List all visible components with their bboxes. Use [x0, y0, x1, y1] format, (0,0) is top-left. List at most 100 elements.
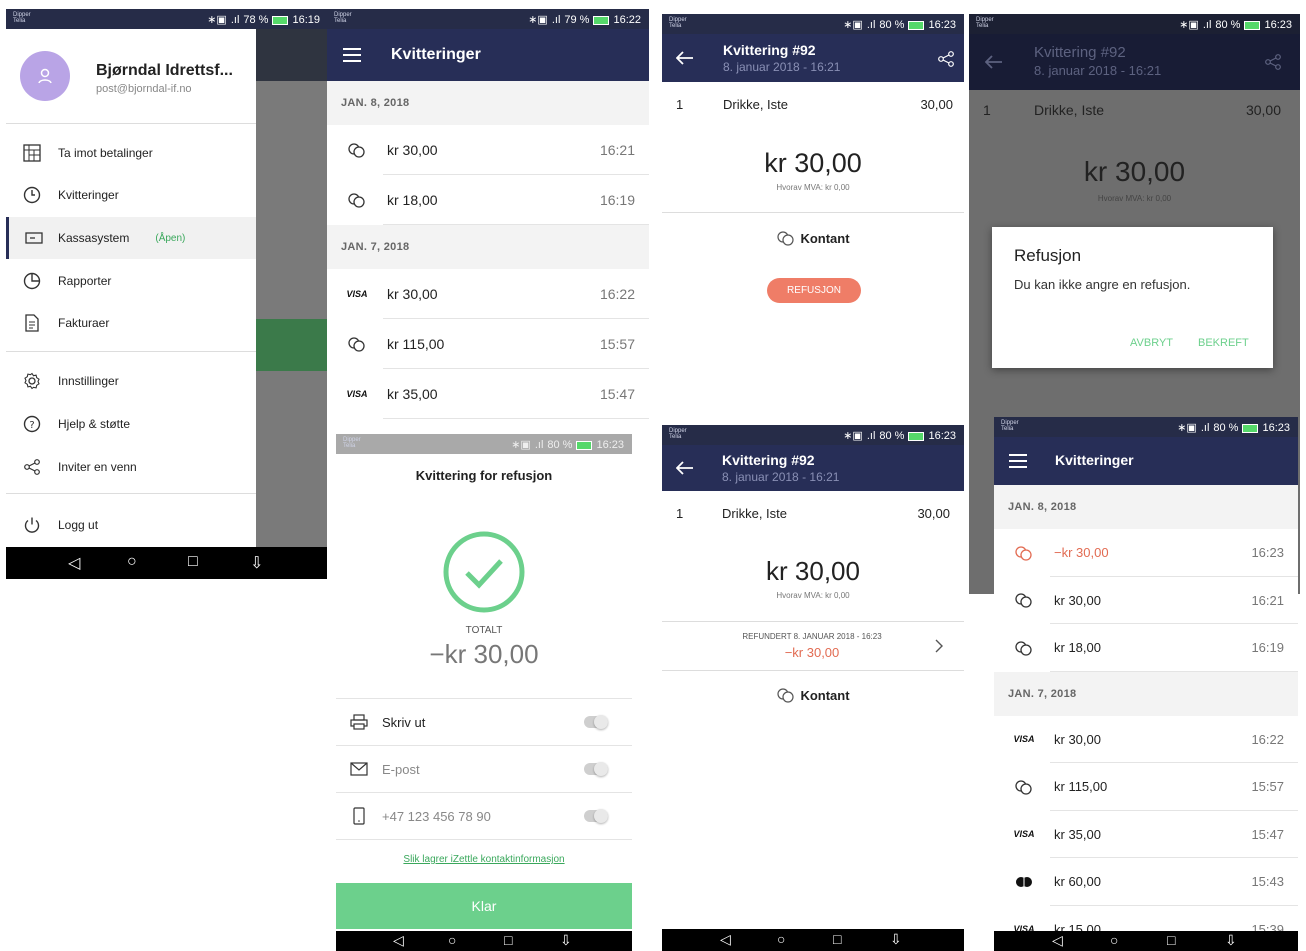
date-section-header: JAN. 7, 2018 — [327, 225, 649, 269]
sms-option[interactable]: +47 123 456 78 90 — [336, 792, 632, 840]
notification-nav-icon[interactable]: ⇩ — [1225, 932, 1237, 949]
app-bar: Kvittering #92 8. januar 2018 - 16:21 — [662, 445, 964, 491]
total-amount: kr 30,00 — [1083, 156, 1186, 187]
done-button[interactable]: Klar — [336, 883, 632, 929]
menu-item-inviter[interactable]: Inviter en venn — [6, 447, 256, 487]
menu-item-kvitteringer[interactable]: Kvitteringer — [6, 175, 256, 215]
recents-nav-icon[interactable]: □ — [504, 932, 512, 948]
receipt-row[interactable]: kr 18,00 16:19 — [327, 175, 649, 225]
menu-item-hjelp[interactable]: ? Hjelp & støtte — [6, 404, 256, 444]
receipt-row[interactable]: kr 60,00 15:43 — [994, 858, 1298, 906]
bluetooth-icon: ∗▣ — [843, 430, 863, 442]
notification-nav-icon[interactable]: ⇩ — [560, 932, 572, 949]
payment-method-icon — [994, 545, 1054, 561]
status-bar: Dipper Telia ∗▣ .ıl 80 % 16:23 — [969, 14, 1300, 34]
receipt-time: 16:19 — [599, 192, 635, 208]
home-nav-icon[interactable]: ○ — [777, 931, 785, 947]
battery-icon — [1242, 423, 1259, 433]
receipt-amount: kr 115,00 — [1054, 779, 1108, 795]
receipt-row-refund[interactable]: −kr 30,00 16:23 — [994, 529, 1298, 577]
receipt-row[interactable]: kr 30,00 16:21 — [994, 577, 1298, 624]
home-nav-icon[interactable]: ○ — [448, 932, 456, 948]
home-nav-icon[interactable]: ○ — [1110, 932, 1118, 948]
cash-icon — [1015, 593, 1032, 608]
app-bar: Kvittering #92 8. januar 2018 - 16:21 — [662, 34, 964, 82]
back-arrow-icon[interactable] — [676, 51, 694, 65]
receipt-row[interactable]: VISA kr 30,00 16:22 — [994, 716, 1298, 763]
payment-method: Kontant — [662, 687, 964, 703]
home-nav-icon[interactable]: ○ — [127, 553, 137, 571]
help-icon: ? — [23, 415, 41, 433]
receipt-row[interactable]: VISA kr 30,00 16:22 — [327, 269, 649, 319]
back-nav-icon[interactable]: ◁ — [1052, 932, 1063, 949]
avatar[interactable] — [20, 51, 70, 101]
menu-icon[interactable] — [1009, 454, 1027, 468]
battery-icon — [272, 15, 289, 25]
recents-nav-icon[interactable]: □ — [833, 931, 841, 947]
email-option[interactable]: E-post — [336, 745, 632, 792]
print-option[interactable]: Skriv ut — [336, 698, 632, 745]
menu-item-ta-imot-betalinger[interactable]: Ta imot betalinger — [6, 133, 256, 173]
receipt-amount: kr 60,00 — [1054, 874, 1101, 890]
share-icon[interactable] — [1264, 53, 1282, 71]
payment-method: Kontant — [662, 230, 964, 246]
bluetooth-icon: ∗▣ — [1177, 422, 1197, 434]
receipt-row[interactable]: kr 30,00 16:21 — [327, 125, 649, 175]
email-toggle[interactable] — [584, 762, 608, 776]
back-nav-icon[interactable]: ◁ — [720, 931, 731, 948]
bluetooth-icon: ∗▣ — [511, 439, 531, 451]
refund-info-row[interactable]: REFUNDERT 8. JANUAR 2018 - 16:23 −kr 30,… — [662, 621, 964, 671]
cash-icon — [1015, 641, 1032, 656]
receipt-amount: kr 30,00 — [1054, 731, 1101, 747]
contact-info-link[interactable]: Slik lagrer iZettle kontaktinformasjon — [336, 854, 632, 865]
signal-icon: .ıl — [551, 14, 561, 26]
cancel-button[interactable]: AVBRYT — [1130, 337, 1173, 349]
app-bar: Kvitteringer — [994, 437, 1298, 485]
notification-nav-icon[interactable]: ⇩ — [250, 553, 263, 573]
status-badge: (Åpen) — [155, 232, 186, 244]
notification-nav-icon[interactable]: ⇩ — [890, 931, 902, 948]
phone-icon — [353, 807, 365, 825]
menu-item-rapporter[interactable]: Rapporter — [6, 261, 256, 301]
menu-item-fakturaer[interactable]: Fakturaer — [6, 303, 256, 343]
back-nav-icon[interactable]: ◁ — [68, 553, 80, 573]
receipt-row[interactable]: kr 115,00 15:57 — [994, 763, 1298, 811]
payment-method-icon: VISA — [994, 829, 1054, 839]
refunded-label: REFUNDERT 8. JANUAR 2018 - 16:23 — [742, 632, 882, 641]
recents-nav-icon[interactable]: □ — [1167, 932, 1175, 948]
app-bar: Kvittering #92 8. januar 2018 - 16:21 — [969, 34, 1300, 90]
menu-item-innstillinger[interactable]: Innstillinger — [6, 361, 256, 401]
date-section-header: JAN. 8, 2018 — [327, 81, 649, 125]
sms-toggle[interactable] — [584, 809, 608, 823]
menu-icon[interactable] — [343, 48, 361, 62]
receipt-row[interactable]: VISA kr 35,00 15:47 — [327, 369, 649, 419]
receipt-amount: −kr 30,00 — [1054, 545, 1109, 561]
signal-icon: .ıl — [1202, 19, 1212, 31]
receipt-row[interactable]: VISA kr 35,00 15:47 — [994, 811, 1298, 858]
recents-nav-icon[interactable]: □ — [188, 553, 198, 571]
receipt-row[interactable]: kr 18,00 16:19 — [994, 624, 1298, 672]
signal-icon: .ıl — [534, 439, 544, 451]
receipt-time: 15:47 — [599, 386, 635, 402]
back-nav-icon[interactable]: ◁ — [393, 932, 404, 949]
dialog-title: Refusjon — [1014, 246, 1082, 265]
receipt-row[interactable]: kr 115,00 15:57 — [327, 319, 649, 369]
visa-icon: VISA — [1013, 734, 1035, 745]
back-arrow-icon[interactable] — [985, 55, 1003, 69]
org-name: Bjørndal Idrettsf... — [96, 62, 233, 79]
print-toggle[interactable] — [584, 715, 608, 729]
screen-receipts-after: Dipper Telia ∗▣ .ıl 80 % 16:23 Kvitteringer … — [994, 417, 1298, 951]
divider — [662, 212, 964, 213]
menu-item-logg-ut[interactable]: Logg ut — [6, 505, 256, 545]
divider — [6, 493, 256, 494]
back-arrow-icon[interactable] — [676, 461, 694, 475]
dialog-message: Du kan ikke angre en refusjon. — [1014, 277, 1191, 292]
menu-item-kassasystem[interactable]: Kassasystem (Åpen) — [6, 217, 256, 259]
confirm-button[interactable]: BEKREFT — [1198, 337, 1249, 349]
printer-icon — [350, 714, 368, 730]
drawer-scrim[interactable] — [256, 29, 328, 547]
signal-icon: .ıl — [866, 430, 876, 442]
cash-icon — [348, 337, 365, 352]
share-icon[interactable] — [937, 50, 955, 68]
refund-button[interactable]: REFUSJON — [767, 278, 861, 303]
